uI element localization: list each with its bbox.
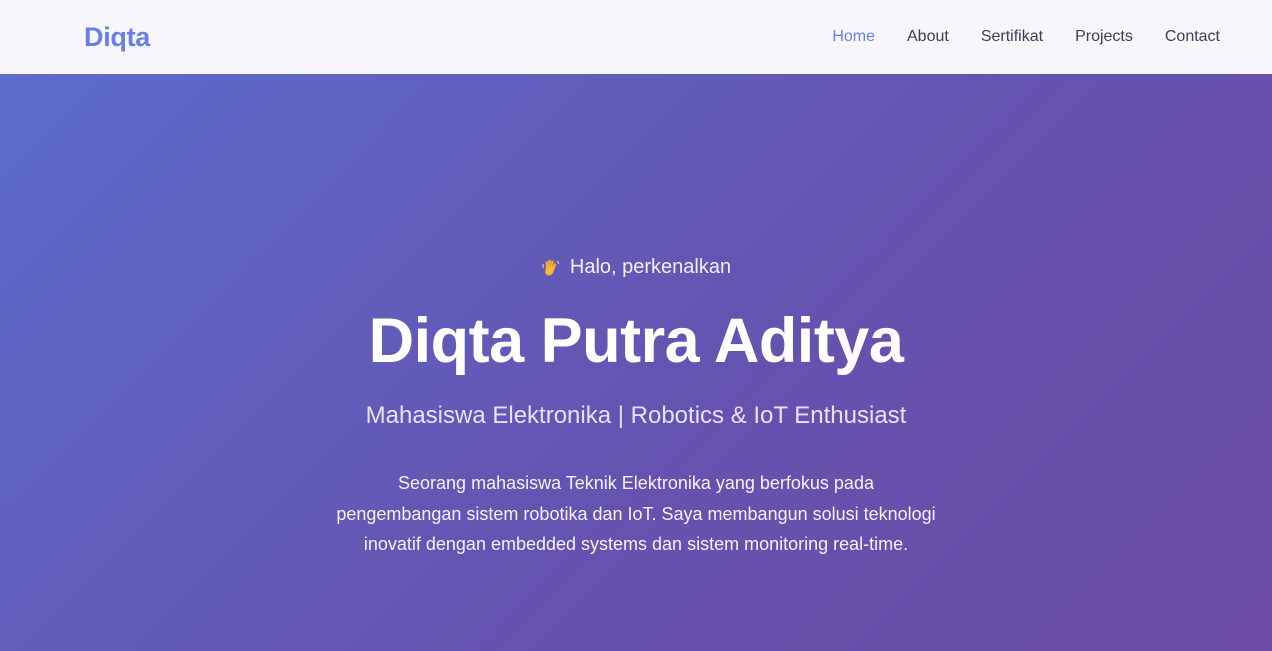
nav-link-sertifikat[interactable]: Sertifikat [981, 28, 1043, 46]
hero-name: Diqta Putra Aditya [368, 306, 904, 376]
nav-link-contact[interactable]: Contact [1165, 28, 1220, 46]
hero-greeting: Halo, perkenalkan [541, 256, 731, 279]
nav-link-about[interactable]: About [907, 28, 949, 46]
waving-hand-icon [541, 258, 561, 278]
hero-description: Seorang mahasiswa Teknik Elektronika yan… [336, 473, 936, 555]
nav-link-home[interactable]: Home [832, 28, 875, 46]
nav-links: Home About Sertifikat Projects Contact [832, 28, 1220, 46]
hero-subtitle: Mahasiswa Elektronika | Robotics & IoT E… [365, 402, 907, 430]
hero-section: Halo, perkenalkan Diqta Putra Aditya Mah… [0, 74, 1272, 651]
greeting-text: Halo, perkenalkan [569, 256, 732, 278]
brand-logo[interactable]: Diqta [84, 22, 150, 53]
nav-link-projects[interactable]: Projects [1075, 28, 1133, 46]
navbar: Diqta Home About Sertifikat Projects Con… [0, 0, 1272, 74]
